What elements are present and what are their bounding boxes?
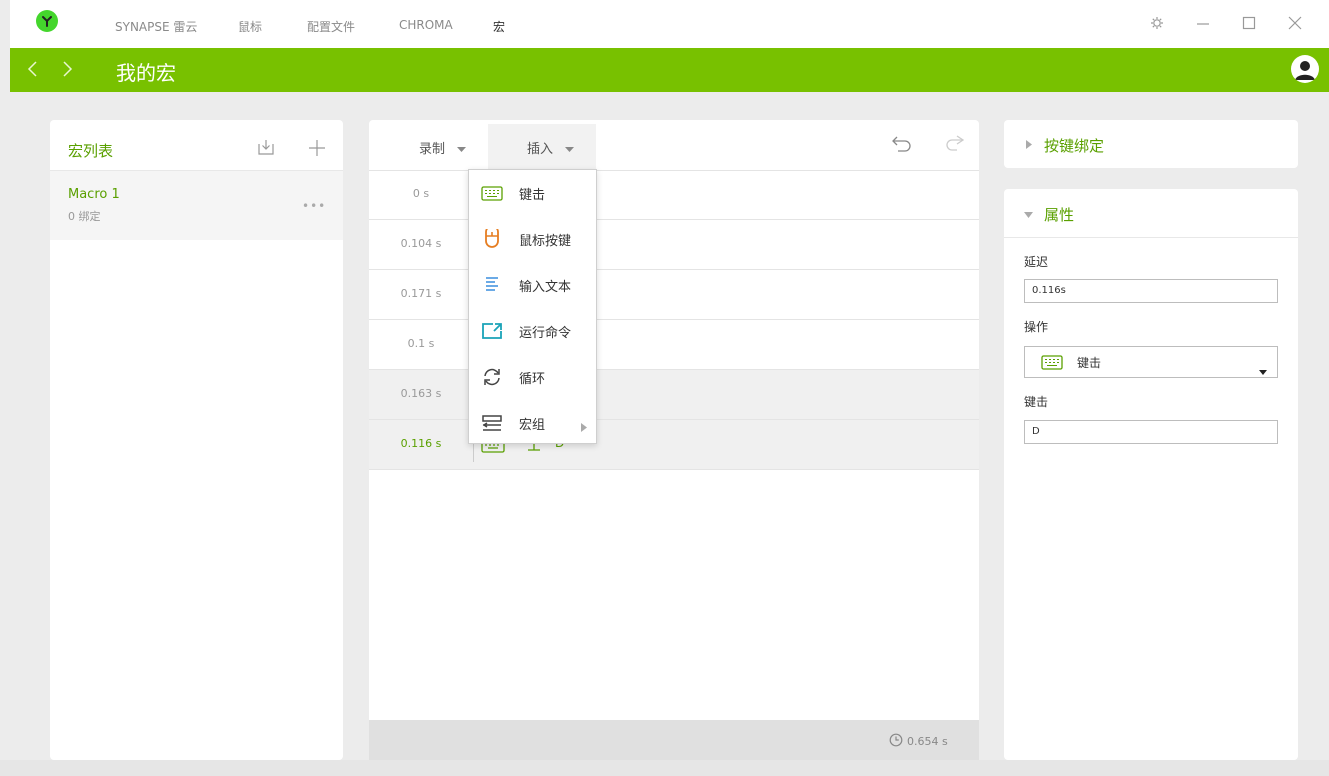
action-label: 操作 <box>1024 320 1049 334</box>
nav-synapse[interactable]: SYNAPSE 雷云 <box>115 18 197 35</box>
run-command-icon <box>481 320 503 342</box>
key-binding-panel[interactable]: 按键绑定 <box>1004 120 1298 168</box>
macro-binding-count: 0 绑定 <box>68 210 101 223</box>
bottom-strip <box>0 760 1329 776</box>
macro-event-row[interactable]: 0.171 s <box>369 270 979 320</box>
delay-field[interactable]: 0.116s <box>1024 279 1278 303</box>
delay-label: 延迟 <box>1024 255 1049 269</box>
chevron-down-icon <box>565 142 575 157</box>
redo-icon[interactable] <box>943 134 965 158</box>
macro-list-panel: 宏列表 Macro 1 0 绑定 ••• <box>50 120 343 760</box>
key-binding-title: 按键绑定 <box>1044 137 1105 155</box>
macro-name: Macro 1 <box>68 187 120 202</box>
divider <box>1004 237 1298 238</box>
menu-item-label: 输入文本 <box>519 280 572 295</box>
page-title: 我的宏 <box>116 61 176 85</box>
add-macro-icon[interactable] <box>308 139 326 161</box>
menu-item-keystroke[interactable]: 键击 <box>469 170 596 214</box>
undo-icon[interactable] <box>891 134 913 158</box>
macro-event-row[interactable]: 0.163 s <box>369 370 979 420</box>
macro-event-row[interactable]: 0.1 s <box>369 320 979 370</box>
insert-label: 插入 <box>527 142 554 157</box>
submenu-arrow-icon <box>581 417 587 436</box>
menu-item-loop[interactable]: 循环 <box>469 354 596 398</box>
user-avatar[interactable] <box>1291 55 1319 83</box>
record-label: 录制 <box>419 142 446 157</box>
more-options-icon[interactable]: ••• <box>302 199 326 213</box>
event-delay: 0.171 s <box>400 287 442 300</box>
action-select[interactable]: 键击 <box>1024 346 1278 378</box>
keyboard-icon <box>1041 355 1063 374</box>
menu-item-mouse-button[interactable]: 鼠标按键 <box>469 216 596 260</box>
keyboard-icon <box>481 182 503 204</box>
mouse-icon <box>481 228 503 250</box>
text-icon <box>481 274 503 296</box>
total-duration-value: 0.654 s <box>907 735 948 748</box>
minimize-icon[interactable] <box>1194 14 1212 32</box>
insert-button[interactable]: 插入 <box>527 138 575 157</box>
action-value: 键击 <box>1077 356 1102 370</box>
nav-chroma[interactable]: CHROMA <box>399 18 453 32</box>
record-button[interactable]: 录制 <box>419 138 467 157</box>
maximize-icon[interactable] <box>1240 14 1258 32</box>
back-arrow-icon[interactable] <box>26 60 38 81</box>
total-duration: 0.654 s <box>889 733 948 750</box>
settings-gear-icon[interactable] <box>1148 14 1166 32</box>
macro-editor-panel: 录制 插入 0 s 0.104 s 0.171 s 0.1 s 0.163 s <box>369 120 979 760</box>
chevron-down-icon <box>457 142 467 157</box>
macro-event-row[interactable]: 0.104 s <box>369 220 979 270</box>
macro-list-item[interactable]: Macro 1 0 绑定 ••• <box>50 171 343 240</box>
menu-item-run-command[interactable]: 运行命令 <box>469 308 596 352</box>
caret-right-icon <box>1026 140 1032 152</box>
macro-event-row-selected[interactable]: 0.116 s D <box>369 420 979 470</box>
event-delay: 0.163 s <box>400 387 442 400</box>
menu-item-macro-group[interactable]: 宏组 <box>469 400 596 444</box>
keystroke-label: 键击 <box>1024 395 1049 409</box>
import-icon[interactable] <box>257 138 275 160</box>
menu-item-label: 循环 <box>519 372 546 387</box>
editor-footer: 0.654 s <box>369 720 979 760</box>
properties-title: 属性 <box>1044 206 1075 224</box>
menu-item-label: 键击 <box>519 188 546 203</box>
nav-profiles[interactable]: 配置文件 <box>307 18 355 35</box>
clock-icon <box>889 733 903 750</box>
top-nav-bar: SYNAPSE 雷云 鼠标 配置文件 CHROMA 宏 <box>10 0 1329 49</box>
event-delay: 0.1 s <box>407 337 435 350</box>
loop-icon <box>481 366 503 388</box>
nav-macro[interactable]: 宏 <box>493 18 505 35</box>
menu-item-label: 运行命令 <box>519 326 572 341</box>
menu-item-label: 宏组 <box>519 418 546 433</box>
event-delay: 0 s <box>412 187 430 200</box>
close-icon[interactable] <box>1286 14 1304 32</box>
editor-toolbar: 录制 插入 <box>369 120 979 171</box>
macro-group-icon <box>481 412 503 434</box>
chevron-down-icon <box>1259 360 1267 379</box>
nav-mouse[interactable]: 鼠标 <box>238 18 262 35</box>
page-header: 我的宏 <box>10 48 1329 92</box>
macro-list-title: 宏列表 <box>68 142 114 160</box>
properties-panel: 属性 延迟 0.116s 操作 键击 键击 D <box>1004 189 1298 760</box>
menu-item-label: 鼠标按键 <box>519 234 572 249</box>
event-delay: 0.116 s <box>400 437 442 450</box>
macro-event-row[interactable]: 0 s <box>369 170 979 220</box>
menu-item-type-text[interactable]: 输入文本 <box>469 262 596 306</box>
macro-list-header: 宏列表 <box>50 120 343 171</box>
caret-down-icon[interactable] <box>1024 210 1033 221</box>
insert-dropdown-menu: 键击 鼠标按键 输入文本 运行命令 循环 宏组 <box>468 169 597 444</box>
keystroke-field[interactable]: D <box>1024 420 1278 444</box>
razer-logo-icon[interactable] <box>36 10 58 32</box>
forward-arrow-icon[interactable] <box>62 60 74 81</box>
event-delay: 0.104 s <box>400 237 442 250</box>
